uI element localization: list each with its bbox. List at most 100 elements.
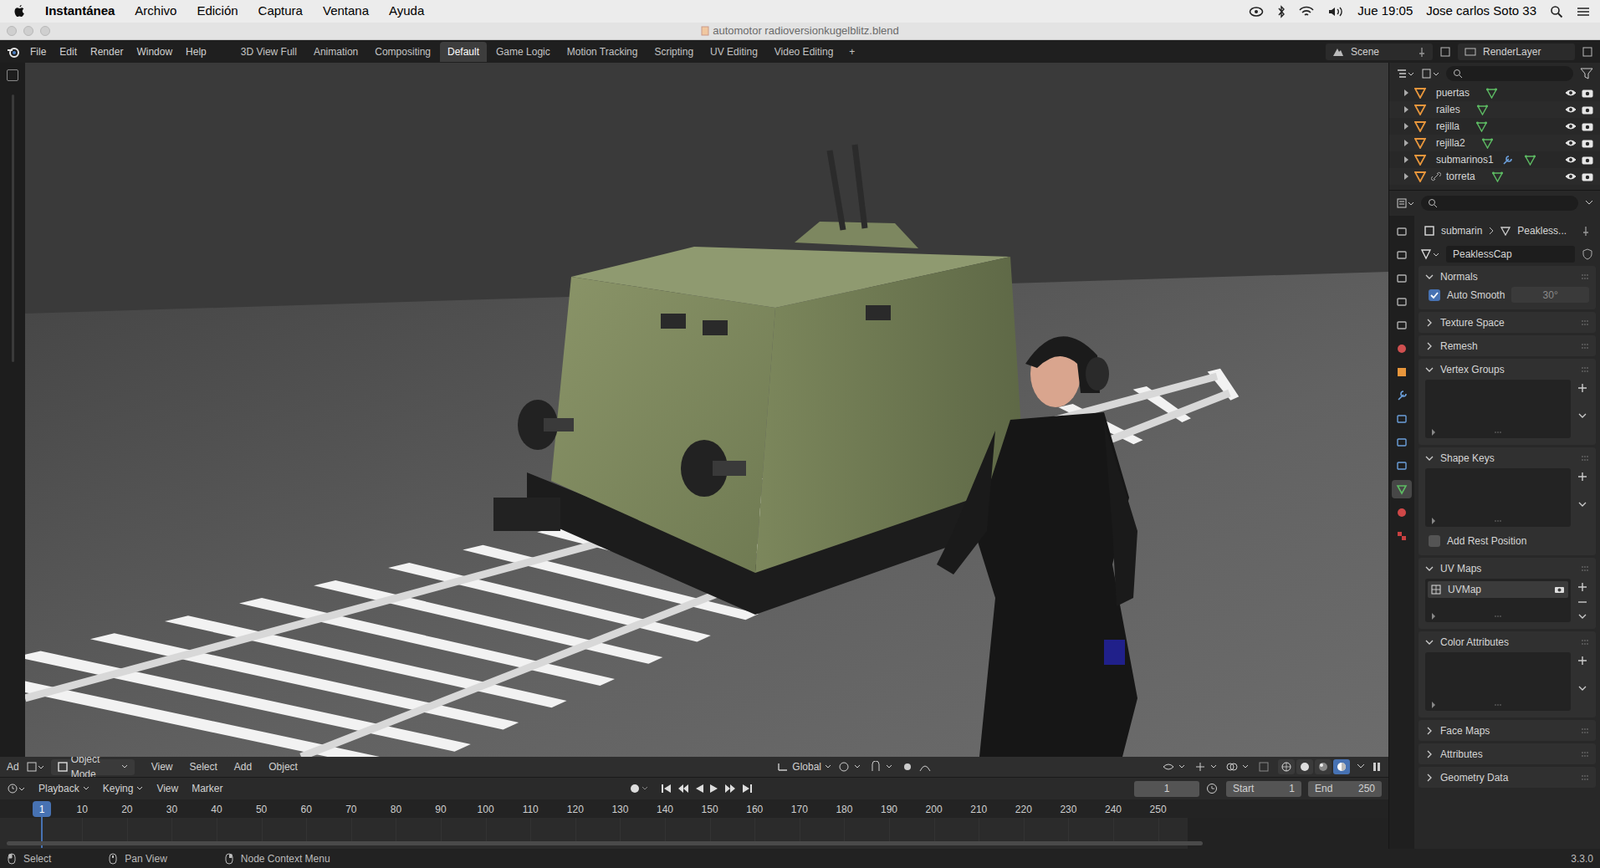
texture-tab[interactable] [1391,526,1412,546]
workspace-tab[interactable]: Scripting [646,41,701,62]
camera-icon[interactable] [1553,585,1565,594]
menu-item[interactable]: Add [234,759,252,775]
end-frame-field[interactable]: End250 [1308,781,1382,798]
list-menu-icon[interactable] [1577,684,1588,693]
camera-icon[interactable] [1581,105,1594,115]
menu-item[interactable]: Captura [258,1,303,21]
menu-item[interactable]: View [151,759,174,775]
filter-toggle-icon[interactable] [1431,613,1437,620]
fake-user-icon[interactable] [1581,248,1594,261]
blender-logo-icon[interactable] [6,45,21,59]
menu-item[interactable]: Select [189,759,217,775]
close-button[interactable] [6,25,17,36]
outliner-row[interactable]: submarinos1 [1389,151,1600,169]
editor-type-icon[interactable] [25,761,45,773]
app-menu[interactable]: Instantánea [45,1,115,21]
outliner-editor-icon[interactable] [1395,67,1415,80]
panel-header[interactable]: Vertex Groups [1418,358,1596,380]
output-tab[interactable] [1391,269,1412,288]
scene-tab[interactable] [1391,316,1412,335]
panel-header[interactable]: Shape Keys [1418,447,1596,469]
chevron-down-icon[interactable] [1356,763,1365,771]
resize-grip-icon[interactable] [1493,519,1503,523]
user-name[interactable]: Jose carlos Soto 33 [1426,1,1537,21]
view-layer-selector[interactable]: RenderLayer [1457,43,1575,61]
camera-icon[interactable] [1581,155,1594,165]
outliner-row[interactable]: railes [1389,101,1600,118]
jump-end-icon[interactable] [741,783,753,794]
record-icon[interactable] [628,782,650,795]
workspace-tab[interactable]: Motion Tracking [559,41,646,62]
particles-tab[interactable] [1391,409,1412,429]
camera-icon[interactable] [1581,122,1594,132]
list-menu-icon[interactable] [1577,612,1588,621]
object-tab[interactable] [1391,362,1412,382]
timeline-scrollbar[interactable] [6,841,1203,846]
eye-icon[interactable] [1564,155,1577,164]
pause-icon[interactable] [1371,761,1382,772]
zoom-button[interactable] [40,25,51,36]
workspace-tab[interactable]: Video Editing [766,41,842,62]
filter-icon[interactable] [1579,67,1594,80]
panel-header[interactable]: UV Maps [1418,557,1596,579]
creative-cloud-icon[interactable] [1248,5,1264,18]
timeline-ruler[interactable]: 1020304050607080901001101201301401501601… [0,799,1389,849]
scene-selector[interactable]: Scene [1325,43,1433,61]
control-center-icon[interactable] [1576,5,1590,18]
list-menu-icon[interactable] [1577,411,1588,420]
bluetooth-icon[interactable] [1277,5,1286,19]
view-layer-tab[interactable] [1391,292,1412,312]
eye-icon[interactable] [1564,122,1577,131]
jump-start-icon[interactable] [660,783,673,794]
gizmo-icon[interactable] [1194,761,1220,773]
filter-toggle-icon[interactable] [1431,701,1437,709]
checkbox[interactable] [1428,289,1441,302]
workspace-tab[interactable]: UV Editing [702,41,766,62]
pivot-icon[interactable] [838,761,864,773]
panel-header[interactable]: Remesh [1418,335,1596,357]
collapsed-arrow-icon[interactable] [1402,156,1410,164]
modifiers-tab[interactable] [1391,386,1412,405]
play-icon[interactable] [709,783,720,794]
pin-icon[interactable] [1581,225,1590,236]
clock[interactable]: Jue 19:05 [1357,1,1413,21]
checkbox[interactable] [1428,535,1441,547]
clock-icon[interactable] [1206,782,1220,795]
chevron-down-icon[interactable] [1584,199,1594,207]
add-icon[interactable] [1577,383,1588,394]
outliner-row[interactable]: rejilla [1389,117,1600,135]
mesh-browse-icon[interactable] [1421,248,1440,261]
orientation-dropdown[interactable]: Global [776,759,832,775]
prev-keyframe-icon[interactable] [677,783,690,794]
snap-icon[interactable] [869,761,895,773]
shading-button[interactable] [1296,759,1314,775]
menu-item[interactable]: Archivo [134,1,177,21]
collapsed-arrow-icon[interactable] [1402,106,1410,113]
next-keyframe-icon[interactable] [724,783,737,794]
add-icon[interactable] [1577,655,1588,666]
new-scene-icon[interactable] [1439,46,1452,58]
workspace-tab[interactable]: Compositing [367,41,439,62]
shading-button[interactable] [1277,759,1295,775]
menu-item[interactable]: Help [185,44,207,60]
apple-icon[interactable] [13,5,26,19]
workspace-tab[interactable]: Game Logic [488,41,558,62]
remove-icon[interactable] [1577,597,1588,608]
eye-icon[interactable] [1564,138,1577,148]
workspace-tab[interactable]: Default [439,41,487,62]
world-tab[interactable] [1391,339,1412,358]
add-icon[interactable] [1577,582,1588,593]
physics-tab[interactable] [1391,433,1412,452]
workspace-tab[interactable]: 3D View Full [233,41,305,62]
breadcrumb-item[interactable]: submarin [1441,223,1483,239]
menu-item[interactable]: Ayuda [388,1,425,21]
data-tab[interactable] [1391,480,1412,499]
tool-tab[interactable] [1391,222,1412,241]
camera-icon[interactable] [1581,88,1594,98]
visibility-icon[interactable] [1162,761,1188,773]
add-workspace-button[interactable]: + [842,44,862,60]
collapsed-arrow-icon[interactable] [1402,122,1410,130]
new-view-layer-icon[interactable] [1581,46,1594,58]
proportional-edit-icon[interactable] [901,761,939,773]
list-menu-icon[interactable] [1577,500,1588,509]
